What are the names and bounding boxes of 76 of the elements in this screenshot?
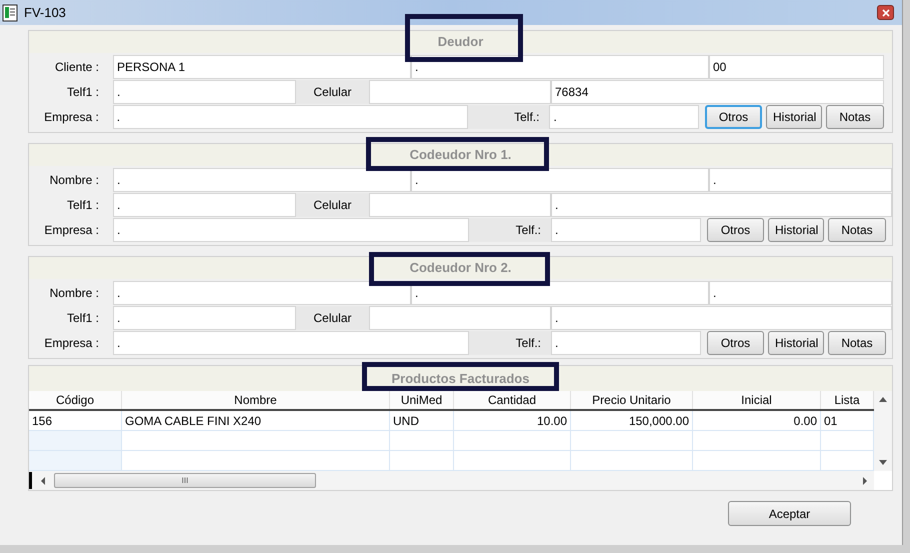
action-button[interactable]: Historial: [766, 105, 822, 129]
field-label: Telf.:: [469, 331, 551, 355]
text-field[interactable]: .: [113, 193, 296, 217]
close-icon: [882, 8, 890, 16]
close-button[interactable]: [877, 5, 894, 20]
text-field[interactable]: [369, 306, 551, 330]
action-button[interactable]: Historial: [768, 331, 824, 355]
field-label: Empresa :: [43, 335, 100, 352]
column-header[interactable]: Precio Unitario: [571, 391, 693, 409]
text-field[interactable]: .: [551, 331, 701, 355]
action-button[interactable]: Historial: [768, 218, 824, 242]
table-cell: UND: [390, 411, 454, 430]
text-field[interactable]: .: [113, 80, 296, 104]
field-label: Celular: [296, 80, 369, 104]
table-cell: GOMA CABLE FINI X240: [122, 411, 390, 430]
scroll-left-icon[interactable]: [40, 476, 46, 484]
text-field[interactable]: [369, 80, 551, 104]
text-field[interactable]: .: [709, 168, 892, 192]
document-icon: [2, 4, 18, 22]
section-title: Productos Facturados: [392, 370, 530, 388]
text-field[interactable]: .: [113, 281, 411, 305]
action-button[interactable]: Otros: [705, 105, 762, 129]
field-label: Empresa :: [43, 222, 100, 239]
action-button[interactable]: Notas: [828, 331, 886, 355]
text-field[interactable]: .: [113, 218, 469, 242]
field-label: Telf.:: [469, 218, 551, 242]
field-label: Empresa :: [43, 109, 100, 126]
action-button[interactable]: Notas: [828, 218, 886, 242]
accept-button[interactable]: Aceptar: [728, 501, 851, 526]
scroll-thumb[interactable]: III: [54, 473, 316, 488]
column-header[interactable]: Inicial: [693, 391, 821, 409]
action-button[interactable]: Otros: [707, 218, 764, 242]
column-header[interactable]: UniMed: [390, 391, 454, 409]
section-title: Codeudor Nro 1.: [410, 146, 512, 164]
action-button[interactable]: Notas: [826, 105, 884, 129]
text-field[interactable]: .: [549, 105, 699, 129]
text-field[interactable]: .: [112, 105, 468, 129]
action-button[interactable]: Otros: [707, 331, 764, 355]
field-label: Telf.:: [468, 105, 550, 129]
text-field[interactable]: PERSONA 1: [113, 55, 411, 79]
section-title: Deudor: [438, 33, 484, 52]
table-cell: 0.00: [693, 411, 821, 430]
column-header[interactable]: Nombre: [122, 391, 390, 409]
text-field[interactable]: .: [551, 218, 701, 242]
text-field[interactable]: .: [411, 168, 709, 192]
text-field[interactable]: .: [411, 55, 709, 79]
field-label: Cliente :: [54, 59, 100, 76]
text-field[interactable]: .: [113, 306, 296, 330]
field-label: Telf1 :: [66, 197, 100, 214]
field-label: Telf1 :: [66, 310, 100, 327]
scroll-up-icon[interactable]: [879, 397, 887, 402]
field-label: Telf1 :: [66, 84, 100, 101]
text-field[interactable]: .: [113, 331, 469, 355]
text-field[interactable]: .: [411, 281, 709, 305]
window-title: FV-103: [24, 4, 66, 22]
field-label: Nombre :: [48, 285, 100, 302]
column-header[interactable]: Cantidad: [454, 391, 571, 409]
text-field[interactable]: [369, 193, 551, 217]
field-label: Celular: [296, 306, 369, 330]
text-field[interactable]: .: [709, 281, 892, 305]
section-title: Codeudor Nro 2.: [410, 259, 512, 278]
column-header[interactable]: Código: [29, 391, 122, 409]
horizontal-scrollbar[interactable]: III: [29, 471, 874, 490]
text-field[interactable]: 76834: [551, 80, 884, 104]
vertical-scrollbar[interactable]: [874, 391, 892, 471]
text-field[interactable]: .: [113, 168, 411, 192]
field-label: Nombre :: [48, 172, 100, 189]
text-field[interactable]: .: [551, 193, 892, 217]
field-label: Celular: [296, 193, 369, 217]
table-cell: 156: [29, 411, 122, 430]
scroll-down-icon[interactable]: [879, 460, 887, 465]
table-cell: 150,000.00: [571, 411, 693, 430]
scroll-right-icon[interactable]: [862, 476, 868, 484]
text-field[interactable]: .: [551, 306, 892, 330]
table-cell: 10.00: [454, 411, 571, 430]
text-field[interactable]: 00: [709, 55, 884, 79]
